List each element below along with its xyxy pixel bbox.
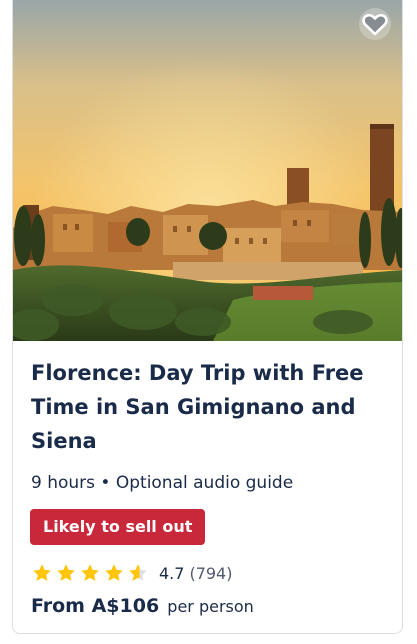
star-icon bbox=[57, 564, 75, 581]
activity-title[interactable]: Florence: Day Trip with Free Time in San… bbox=[31, 356, 381, 458]
review-count: (794) bbox=[189, 563, 233, 583]
hero-image[interactable] bbox=[13, 0, 402, 341]
price-unit: per person bbox=[167, 597, 254, 616]
star-icon bbox=[33, 564, 51, 581]
price-amount: From A$106 bbox=[31, 595, 160, 617]
activity-meta: 9 hours • Optional audio guide bbox=[31, 473, 294, 493]
price: From A$106 per person bbox=[31, 595, 254, 617]
activity-card[interactable]: Florence: Day Trip with Free Time in San… bbox=[12, 0, 403, 634]
rating-score: 4.7 bbox=[159, 563, 185, 583]
star-icon bbox=[81, 564, 99, 581]
star-rating bbox=[31, 562, 151, 584]
star-icon bbox=[105, 564, 123, 581]
heart-outline-icon bbox=[359, 8, 391, 40]
likely-to-sell-out-badge: Likely to sell out bbox=[30, 509, 206, 545]
half-star-icon bbox=[129, 564, 147, 581]
wishlist-button[interactable] bbox=[358, 7, 392, 41]
sunset-town-image bbox=[13, 0, 402, 341]
rating: 4.7 (794) bbox=[31, 562, 232, 584]
